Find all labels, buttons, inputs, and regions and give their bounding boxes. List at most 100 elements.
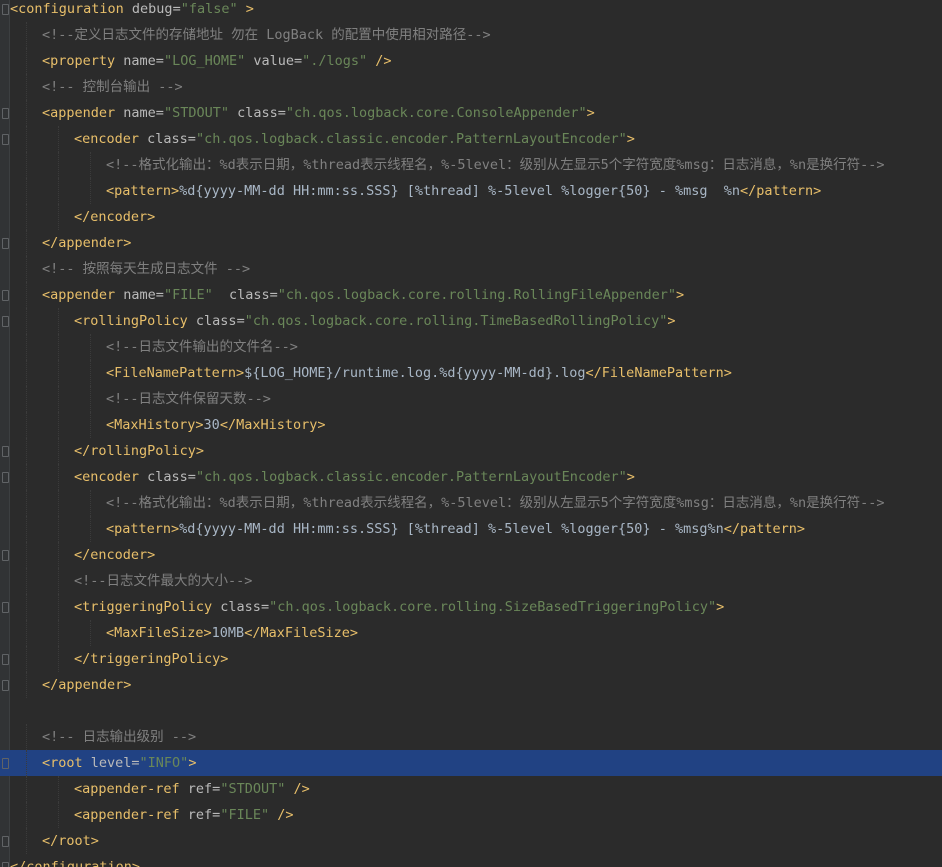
indent-guide [26, 230, 28, 256]
fold-marker-icon[interactable] [2, 4, 9, 15]
code-line[interactable]: <!-- 控制台输出 --> [0, 74, 942, 100]
indent-guide [26, 152, 28, 178]
code-line[interactable]: <rollingPolicy class="ch.qos.logback.cor… [0, 308, 942, 334]
code-line[interactable]: <pattern>%d{yyyy-MM-dd HH:mm:ss.SSS} [%t… [0, 516, 942, 542]
code-line[interactable]: </triggeringPolicy> [0, 646, 942, 672]
xml-value: "ch.qos.logback.core.ConsoleAppender" [285, 105, 587, 121]
xml-attribute: ref= [179, 807, 221, 823]
code-line[interactable]: <encoder class="ch.qos.logback.classic.e… [0, 126, 942, 152]
code-line[interactable]: <property name="LOG_HOME" value="./logs"… [0, 48, 942, 74]
code-line[interactable]: <configuration debug="false" > [0, 0, 942, 22]
xml-tag: </pattern> [739, 183, 822, 199]
fold-marker-icon[interactable] [2, 472, 9, 483]
fold-marker-icon[interactable] [2, 290, 9, 301]
fold-marker-icon[interactable] [2, 836, 9, 847]
xml-comment: <!--格式化输出：%d表示日期，%thread表示线程名，%-5level：级… [106, 157, 885, 173]
fold-marker-icon[interactable] [2, 134, 9, 145]
code-line[interactable]: <!--日志文件最大的大小--> [0, 568, 942, 594]
xml-tag: </encoder> [74, 209, 156, 225]
indent-guide [26, 750, 28, 776]
code-line[interactable]: </rollingPolicy> [0, 438, 942, 464]
code-text: <MaxHistory>30</MaxHistory> [106, 412, 325, 438]
fold-marker-icon[interactable] [2, 446, 9, 457]
xml-tag: </triggeringPolicy> [74, 651, 229, 667]
code-text: <encoder class="ch.qos.logback.classic.e… [74, 464, 635, 490]
code-line[interactable]: <root level="INFO"> [0, 750, 942, 776]
xml-attribute: name= [115, 53, 164, 69]
xml-tag: </appender> [42, 677, 132, 693]
xml-value: "false" [180, 1, 238, 17]
indent-guide [26, 776, 28, 802]
indent-guide [26, 412, 28, 438]
code-text: <!--格式化输出：%d表示日期，%thread表示线程名，%-5level：级… [106, 152, 884, 178]
indent-guide [26, 334, 28, 360]
code-text: <appender-ref ref="FILE" /> [74, 802, 293, 828]
xml-attribute: class= [139, 469, 196, 485]
code-line[interactable]: <MaxFileSize>10MB</MaxFileSize> [0, 620, 942, 646]
code-line[interactable]: <encoder class="ch.qos.logback.classic.e… [0, 464, 942, 490]
xml-tag: </configuration> [10, 859, 141, 867]
xml-attribute: debug= [123, 1, 181, 17]
code-text: <property name="LOG_HOME" value="./logs"… [42, 48, 392, 74]
xml-tag: > [586, 105, 595, 121]
fold-marker-icon[interactable] [2, 602, 9, 613]
xml-attribute: ref= [179, 781, 221, 797]
fold-marker-icon[interactable] [2, 238, 9, 249]
code-line[interactable]: <!-- 日志输出级别 --> [0, 724, 942, 750]
xml-value: "ch.qos.logback.classic.encoder.PatternL… [195, 469, 627, 485]
indent-guide [26, 204, 28, 230]
code-text: </configuration> [10, 854, 140, 867]
code-line[interactable]: <appender name="STDOUT" class="ch.qos.lo… [0, 100, 942, 126]
code-line[interactable]: <pattern>%d{yyyy-MM-dd HH:mm:ss.SSS} [%t… [0, 178, 942, 204]
xml-value: "FILE" [220, 807, 270, 823]
indent-guide [26, 74, 28, 100]
code-line[interactable]: <!-- 按照每天生成日志文件 --> [0, 256, 942, 282]
code-text: <!--日志文件保留天数--> [106, 386, 271, 412]
fold-marker-icon[interactable] [2, 316, 9, 327]
code-text: <triggeringPolicy class="ch.qos.logback.… [74, 594, 724, 620]
xml-tag: <encoder [74, 469, 140, 485]
xml-attribute: class= [212, 599, 270, 615]
code-line[interactable]: <!--格式化输出：%d表示日期，%thread表示线程名，%-5level：级… [0, 490, 942, 516]
indent-guide [26, 360, 28, 386]
code-line[interactable]: </appender> [0, 672, 942, 698]
code-editor[interactable]: <configuration debug="false" > <!--定义日志文件… [0, 0, 942, 867]
code-text: <root level="INFO"> [42, 750, 196, 776]
indent-guide [90, 178, 92, 204]
xml-tag: </FileNamePattern> [585, 365, 732, 381]
fold-marker-icon[interactable] [2, 862, 9, 867]
code-line[interactable]: <appender name="FILE" class="ch.qos.logb… [0, 282, 942, 308]
code-line[interactable]: <MaxHistory>30</MaxHistory> [0, 412, 942, 438]
indent-guide [90, 516, 92, 542]
code-line[interactable]: <appender-ref ref="STDOUT" /> [0, 776, 942, 802]
indent-guide [26, 178, 28, 204]
code-line[interactable]: <appender-ref ref="FILE" /> [0, 802, 942, 828]
fold-marker-icon[interactable] [2, 654, 9, 665]
indent-guide [58, 542, 60, 568]
fold-marker-icon[interactable] [2, 108, 9, 119]
code-text: <rollingPolicy class="ch.qos.logback.cor… [74, 308, 675, 334]
xml-tag: <rollingPolicy [74, 313, 188, 329]
code-lines[interactable]: <configuration debug="false" > <!--定义日志文件… [0, 0, 942, 867]
indent-guide [58, 646, 60, 672]
fold-marker-icon[interactable] [2, 550, 9, 561]
code-line[interactable]: <triggeringPolicy class="ch.qos.logback.… [0, 594, 942, 620]
code-line[interactable]: <!--定义日志文件的存储地址 勿在 LogBack 的配置中使用相对路径--> [0, 22, 942, 48]
code-line[interactable]: <FileNamePattern>${LOG_HOME}/runtime.log… [0, 360, 942, 386]
code-line[interactable]: </configuration> [0, 854, 942, 867]
fold-marker-icon[interactable] [2, 680, 9, 691]
code-line[interactable]: <!--日志文件保留天数--> [0, 386, 942, 412]
code-line[interactable]: </encoder> [0, 542, 942, 568]
xml-tag: <property [42, 53, 116, 69]
code-line[interactable]: <!--格式化输出：%d表示日期，%thread表示线程名，%-5level：级… [0, 152, 942, 178]
code-line[interactable]: </appender> [0, 230, 942, 256]
xml-value: "ch.qos.logback.classic.encoder.PatternL… [195, 131, 627, 147]
indent-guide [26, 620, 28, 646]
xml-tag: <pattern> [106, 183, 180, 199]
xml-value: "ch.qos.logback.core.rolling.RollingFile… [277, 287, 677, 303]
fold-marker-icon[interactable] [2, 758, 9, 769]
code-line[interactable]: </encoder> [0, 204, 942, 230]
code-line[interactable]: </root> [0, 828, 942, 854]
code-line[interactable]: <!--日志文件输出的文件名--> [0, 334, 942, 360]
code-line[interactable] [0, 698, 942, 724]
